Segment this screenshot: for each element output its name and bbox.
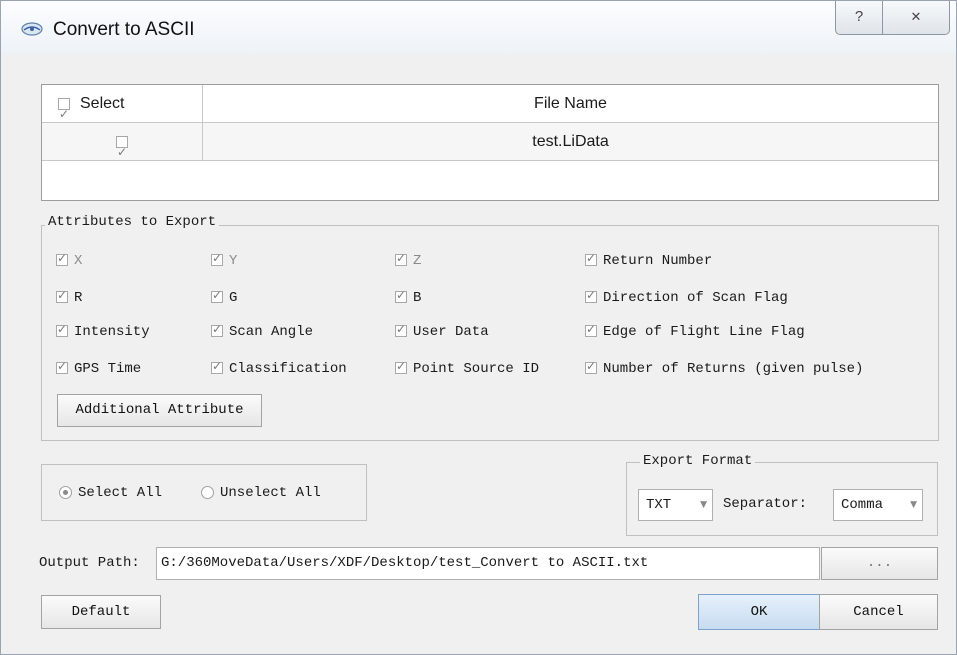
checkbox-indicator: [585, 359, 597, 375]
attribute-label: Number of Returns (given pulse): [603, 361, 864, 377]
checkbox-indicator: [585, 322, 597, 338]
checkbox-indicator: [56, 322, 68, 338]
attribute-checkbox-intensity[interactable]: Intensity: [56, 322, 150, 340]
attribute-checkbox-direction-of-scan-flag[interactable]: Direction of Scan Flag: [585, 288, 788, 306]
window-title: Convert to ASCII: [53, 19, 195, 40]
help-button[interactable]: ?: [835, 1, 883, 35]
chevron-down-icon: ▼: [910, 500, 917, 510]
select-header-label: Select: [80, 95, 125, 112]
attribute-label: User Data: [413, 324, 489, 340]
checkbox-indicator: [56, 288, 68, 304]
attribute-label: Point Source ID: [413, 361, 540, 377]
checkbox-indicator: [585, 288, 597, 304]
attribute-label: Return Number: [603, 253, 713, 269]
file-name-column-header[interactable]: File Name: [203, 85, 938, 123]
app-icon: [21, 22, 43, 36]
table-row-file-name[interactable]: test.LiData: [203, 123, 938, 161]
unselect-all-radio[interactable]: Unselect All: [201, 485, 321, 501]
row-select-checkbox[interactable]: [116, 133, 128, 171]
output-path-label: Output Path:: [39, 555, 140, 571]
attribute-checkbox-x[interactable]: X: [56, 251, 83, 269]
close-button[interactable]: ✕: [882, 1, 950, 35]
attribute-checkbox-classification[interactable]: Classification: [211, 359, 347, 377]
checkbox-indicator: [395, 359, 407, 375]
attribute-label: Scan Angle: [229, 324, 314, 340]
attribute-checkbox-y[interactable]: Y: [211, 251, 238, 269]
attribute-checkbox-z[interactable]: Z: [395, 251, 422, 269]
attribute-checkbox-gps-time[interactable]: GPS Time: [56, 359, 142, 377]
select-column-header[interactable]: Select: [42, 85, 203, 133]
attribute-checkbox-r[interactable]: R: [56, 288, 83, 306]
attribute-checkbox-g[interactable]: G: [211, 288, 238, 306]
title-bar: Convert to ASCII ? ✕: [1, 1, 956, 53]
checkbox-indicator: [585, 251, 597, 267]
export-format-legend: Export Format: [640, 453, 756, 469]
attribute-label: GPS Time: [74, 361, 142, 377]
attribute-label: B: [413, 290, 422, 306]
separator-value: Comma: [841, 497, 884, 513]
select-all-radio-indicator: [59, 485, 72, 499]
attribute-checkbox-number-of-returns-given-pulse[interactable]: Number of Returns (given pulse): [585, 359, 864, 377]
output-path-input[interactable]: G:/360MoveData/Users/XDF/Desktop/test_Co…: [156, 547, 820, 580]
convert-dialog: Convert to ASCII ? ✕ Select File Name te…: [0, 0, 957, 655]
checkbox-indicator: [211, 288, 223, 304]
select-all-files-checkbox[interactable]: [58, 95, 70, 133]
checkbox-indicator: [211, 322, 223, 338]
additional-attribute-button[interactable]: Additional Attribute: [57, 394, 262, 427]
chevron-down-icon: ▼: [700, 500, 707, 510]
attribute-label: Edge of Flight Line Flag: [603, 324, 805, 340]
checkbox-indicator: [395, 251, 407, 267]
table-row-select-cell[interactable]: [42, 123, 203, 171]
unselect-all-radio-indicator: [201, 485, 214, 499]
attribute-checkbox-b[interactable]: B: [395, 288, 422, 306]
separator-label: Separator:: [723, 496, 808, 512]
attribute-label: G: [229, 290, 238, 306]
attribute-checkbox-scan-angle[interactable]: Scan Angle: [211, 322, 314, 340]
checkbox-indicator: [56, 251, 68, 267]
attribute-label: Classification: [229, 361, 347, 377]
close-icon: ✕: [910, 10, 922, 25]
attribute-label: R: [74, 290, 83, 306]
file-table: Select File Name test.LiData: [41, 84, 939, 201]
attribute-checkbox-return-number[interactable]: Return Number: [585, 251, 713, 269]
unselect-all-label: Unselect All: [220, 485, 321, 501]
attribute-checkbox-point-source-id[interactable]: Point Source ID: [395, 359, 540, 377]
attribute-label: X: [74, 253, 83, 269]
checkbox-indicator: [395, 322, 407, 338]
browse-button[interactable]: ...: [821, 547, 938, 580]
format-select[interactable]: TXT ▼: [638, 489, 713, 521]
checkbox-indicator: [56, 359, 68, 375]
separator-select[interactable]: Comma ▼: [833, 489, 923, 521]
checkbox-indicator: [211, 251, 223, 267]
attribute-label: Z: [413, 253, 422, 269]
checkbox-indicator: [395, 288, 407, 304]
attribute-checkbox-user-data[interactable]: User Data: [395, 322, 489, 340]
attribute-label: Direction of Scan Flag: [603, 290, 788, 306]
default-button[interactable]: Default: [41, 595, 161, 629]
select-all-label: Select All: [78, 485, 163, 501]
attribute-checkbox-edge-of-flight-line-flag[interactable]: Edge of Flight Line Flag: [585, 322, 805, 340]
format-value: TXT: [646, 497, 672, 513]
attribute-label: Y: [229, 253, 238, 269]
ok-button[interactable]: OK: [698, 594, 820, 630]
attribute-label: Intensity: [74, 324, 150, 340]
help-icon: ?: [854, 8, 864, 25]
checkbox-indicator: [211, 359, 223, 375]
cancel-button[interactable]: Cancel: [819, 594, 938, 630]
select-all-radio[interactable]: Select All: [59, 485, 162, 501]
attributes-legend: Attributes to Export: [45, 214, 220, 230]
